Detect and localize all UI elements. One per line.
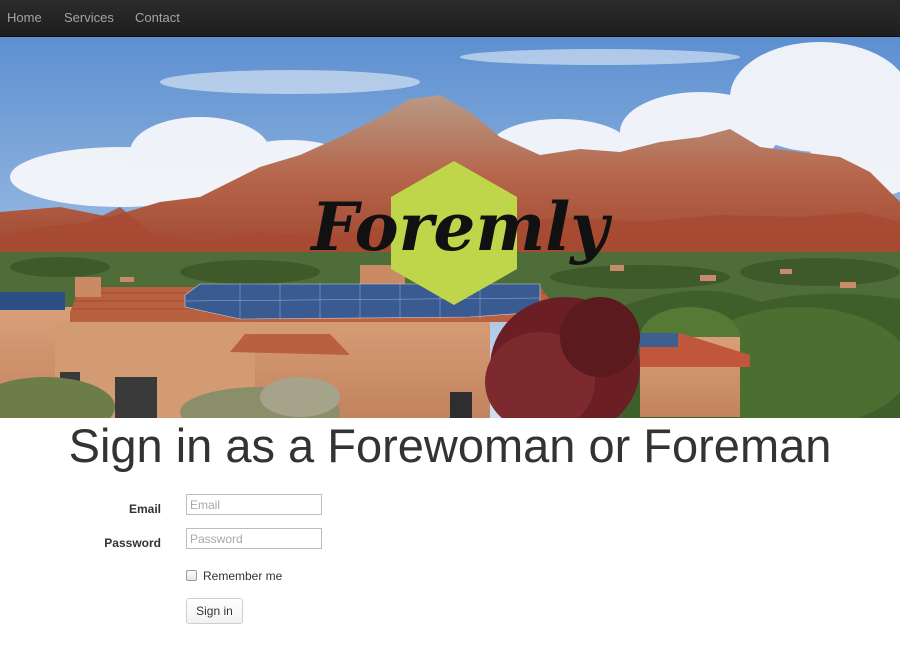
hero-banner: Foremly bbox=[0, 37, 900, 418]
foremly-logo-text: Foremly bbox=[309, 188, 613, 266]
hero-landscape-image: Foremly bbox=[0, 37, 900, 418]
password-label: Password bbox=[104, 536, 161, 550]
top-navbar: Home Services Contact bbox=[0, 0, 900, 37]
nav-home-link[interactable]: Home bbox=[7, 10, 42, 26]
nav-services-link[interactable]: Services bbox=[64, 10, 114, 26]
page-title: Sign in as a Forewoman or Foreman bbox=[68, 419, 832, 472]
remember-me-label[interactable]: Remember me bbox=[203, 569, 282, 583]
email-label: Email bbox=[128, 502, 161, 516]
password-field[interactable] bbox=[186, 528, 322, 549]
remember-me-checkbox[interactable] bbox=[186, 570, 197, 581]
email-field[interactable] bbox=[186, 494, 322, 515]
nav-contact-link[interactable]: Contact bbox=[135, 10, 180, 26]
sign-in-button[interactable]: Sign in bbox=[186, 598, 243, 624]
